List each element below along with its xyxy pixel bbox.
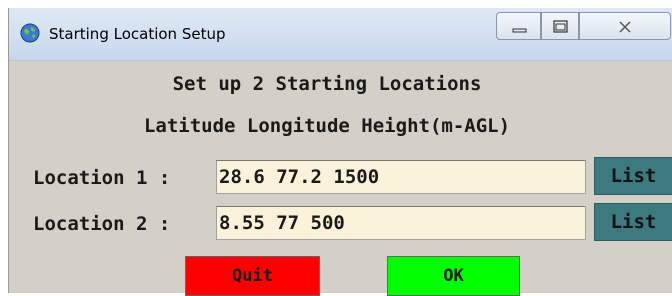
maximize-button[interactable] xyxy=(541,12,579,40)
dialog-content: Set up 2 Starting Locations Latitude Lon… xyxy=(9,61,672,296)
title-bar[interactable]: Starting Location Setup xyxy=(9,8,672,61)
location-1-input[interactable] xyxy=(216,160,586,194)
globe-icon xyxy=(20,23,40,43)
location-2-input[interactable] xyxy=(216,206,586,240)
location-2-label: Location 2 : xyxy=(33,213,171,235)
minimize-button[interactable] xyxy=(496,12,541,40)
quit-button[interactable]: Quit xyxy=(185,256,320,296)
dialog-heading: Set up 2 Starting Locations xyxy=(172,73,482,95)
close-button[interactable] xyxy=(579,12,671,40)
close-icon xyxy=(619,21,631,33)
column-header: Latitude Longitude Height(m-AGL) xyxy=(143,115,511,137)
ok-button[interactable]: OK xyxy=(387,256,520,296)
minimize-icon xyxy=(512,28,527,33)
window-title: Starting Location Setup xyxy=(49,25,226,43)
location-1-list-button[interactable]: List xyxy=(594,157,672,195)
window-controls xyxy=(496,12,672,42)
location-1-label: Location 1 : xyxy=(33,167,171,189)
location-2-list-button[interactable]: List xyxy=(594,203,672,241)
setup-window: Starting Location Setup Set up 2 Startin… xyxy=(8,8,672,296)
maximize-icon xyxy=(553,20,568,33)
